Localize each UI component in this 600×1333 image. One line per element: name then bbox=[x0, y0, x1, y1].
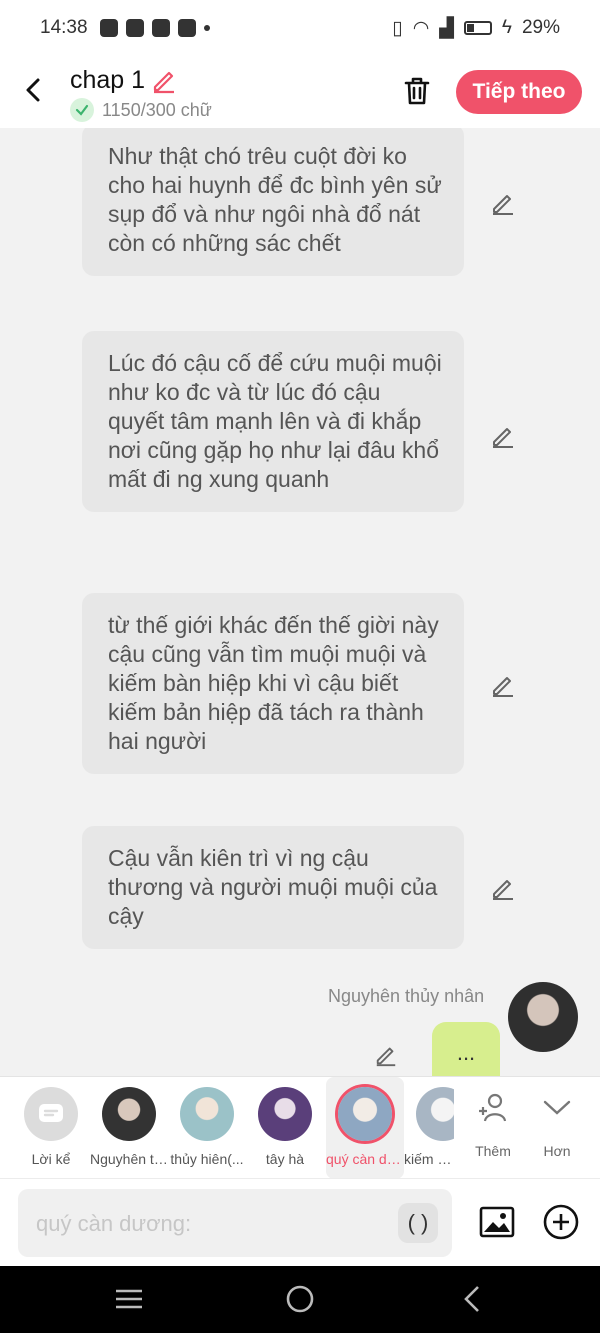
vibrate-icon: ▯ bbox=[392, 17, 403, 39]
narrator-icon bbox=[24, 1087, 78, 1141]
chevron-down-icon bbox=[543, 1100, 571, 1115]
editor-header: chap 1 1150/300 chữ Tiếp theo bbox=[0, 56, 600, 128]
character-label: Nguyhên thủy nhân bbox=[90, 1151, 168, 1167]
edit-message-icon[interactable] bbox=[374, 1043, 398, 1067]
character-selector: Lời kể Nguyhên thủy nhân thủy hiên(... t… bbox=[0, 1076, 600, 1179]
charging-icon: ϟ bbox=[501, 17, 512, 38]
dialogue-bubble[interactable]: ... bbox=[432, 1022, 500, 1076]
system-back-icon[interactable] bbox=[458, 1284, 488, 1314]
add-character-button[interactable]: Thêm bbox=[462, 1077, 524, 1179]
battery-icon bbox=[463, 21, 492, 35]
character-narrator[interactable]: Lời kể bbox=[12, 1077, 90, 1179]
add-character-label: Thêm bbox=[475, 1143, 511, 1159]
more-notifications-icon bbox=[203, 25, 210, 31]
next-button[interactable]: Tiếp theo bbox=[456, 70, 582, 114]
message-input[interactable] bbox=[36, 1210, 396, 1238]
character-label: Lời kể bbox=[31, 1151, 71, 1167]
more-characters-button[interactable]: Hơn bbox=[526, 1077, 588, 1179]
character-label: tây hà bbox=[265, 1151, 305, 1167]
message-input-box: ( ) bbox=[18, 1189, 452, 1257]
character-quy-can-duong[interactable]: quý càn dương bbox=[326, 1077, 404, 1179]
character-thuy-hien[interactable]: thủy hiên(... bbox=[168, 1077, 246, 1179]
image-icon[interactable] bbox=[478, 1203, 516, 1241]
character-label: quý càn dương bbox=[326, 1151, 404, 1167]
word-count: 1150/300 chữ bbox=[70, 98, 212, 122]
facebook-icon bbox=[125, 19, 144, 37]
input-bar: ( ) bbox=[0, 1178, 600, 1266]
system-navigation-bar bbox=[0, 1266, 600, 1333]
narration-bubble[interactable]: Như thật chó trêu cuột đời ko cho hai hu… bbox=[82, 128, 464, 276]
add-icon[interactable] bbox=[542, 1203, 580, 1241]
home-icon[interactable] bbox=[285, 1284, 315, 1314]
recent-apps-icon[interactable] bbox=[114, 1284, 144, 1314]
edit-message-icon[interactable] bbox=[490, 672, 516, 698]
check-icon bbox=[70, 98, 94, 122]
app-icon bbox=[151, 19, 170, 37]
character-label: thủy hiên(... bbox=[170, 1151, 244, 1167]
character-label: kiếm bàn hiệp bbox=[404, 1151, 454, 1167]
messenger-icon bbox=[99, 19, 118, 37]
story-content: Như thật chó trêu cuột đời ko cho hai hu… bbox=[0, 128, 600, 1076]
signal-icon: ▟ bbox=[439, 17, 454, 39]
narration-bubble[interactable]: Cậu vẫn kiên trì vì ng cậu thương và ngư… bbox=[82, 826, 464, 949]
edit-message-icon[interactable] bbox=[490, 875, 516, 901]
action-parentheses-button[interactable]: ( ) bbox=[398, 1203, 438, 1243]
narration-bubble[interactable]: Lúc đó cậu cố để cứu muội muội như ko đc… bbox=[82, 331, 464, 512]
youtube-icon bbox=[177, 19, 196, 37]
battery-percent: 29% bbox=[521, 17, 560, 38]
avatar bbox=[416, 1087, 454, 1141]
character-tay-ha[interactable]: tây hà bbox=[246, 1077, 324, 1179]
notification-icons bbox=[99, 19, 210, 37]
speaker-name: Nguyhên thủy nhân bbox=[328, 986, 485, 1006]
avatar bbox=[180, 1087, 234, 1141]
edit-message-icon[interactable] bbox=[490, 423, 516, 449]
wifi-icon: ◠ bbox=[412, 17, 430, 39]
character-kiem-ban-hiep[interactable]: kiếm bàn hiệp bbox=[404, 1077, 454, 1179]
narration-bubble[interactable]: từ thế giới khác đến thế giời này cậu cũ… bbox=[82, 593, 464, 774]
add-person-icon bbox=[479, 1093, 507, 1122]
word-count-text: 1150/300 chữ bbox=[102, 99, 212, 120]
avatar bbox=[258, 1087, 312, 1141]
trash-icon[interactable] bbox=[400, 74, 434, 108]
status-bar: 14:38 ▯ ◠ ▟ ϟ 29% bbox=[0, 0, 600, 56]
character-nguyhen[interactable]: Nguyhên thủy nhân bbox=[90, 1077, 168, 1179]
status-time: 14:38 bbox=[40, 17, 88, 38]
avatar bbox=[338, 1087, 392, 1141]
chapter-title: chap 1 bbox=[70, 66, 146, 94]
speaker-avatar[interactable] bbox=[508, 982, 578, 1052]
back-arrow-icon[interactable] bbox=[18, 74, 50, 106]
avatar bbox=[102, 1087, 156, 1141]
more-characters-label: Hơn bbox=[543, 1143, 571, 1159]
edit-title-icon[interactable] bbox=[150, 66, 178, 94]
edit-message-icon[interactable] bbox=[490, 190, 516, 216]
